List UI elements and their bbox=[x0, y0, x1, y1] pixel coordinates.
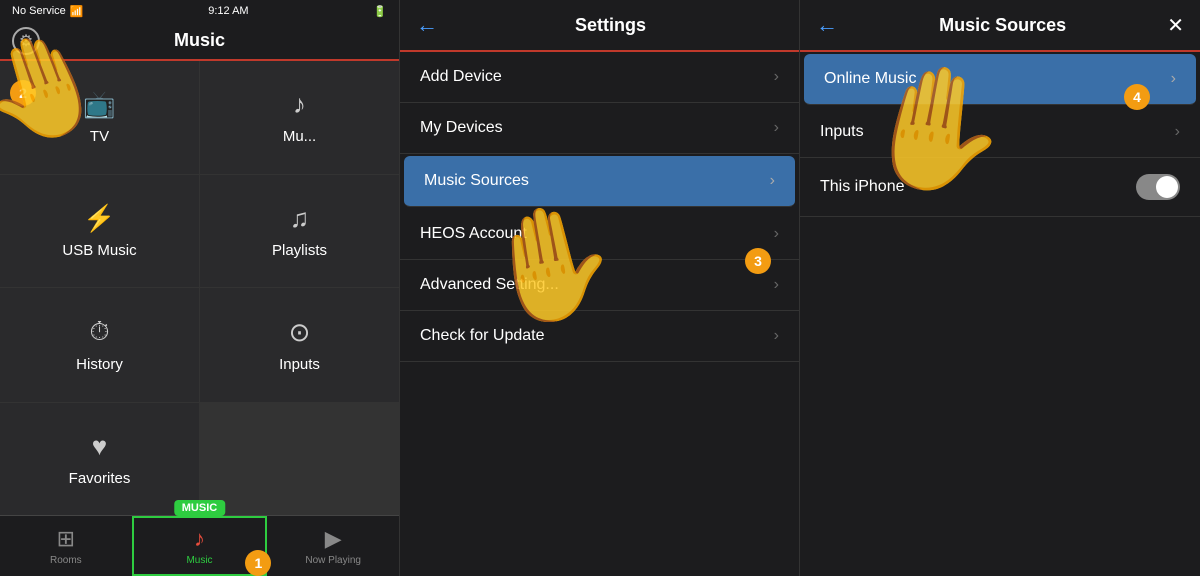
settings-menu: Add Device › My Devices › Music Sources … bbox=[400, 52, 799, 576]
history-icon: ⏱ bbox=[89, 316, 109, 348]
menu-inputs-sources[interactable]: Inputs › bbox=[800, 107, 1200, 158]
heos-account-chevron: › bbox=[774, 225, 779, 243]
usb-label: USB Music bbox=[62, 242, 136, 259]
music-sources-chevron: › bbox=[770, 172, 775, 190]
rooms-label: Rooms bbox=[50, 555, 82, 566]
add-device-label: Add Device bbox=[420, 68, 502, 86]
now-playing-label: Now Playing bbox=[305, 555, 361, 566]
music-icon: ♪ bbox=[293, 89, 306, 120]
tv-icon: 📺 bbox=[83, 89, 115, 120]
tv-cell[interactable]: 📺 TV bbox=[0, 61, 199, 174]
sources-menu: Online Music › Inputs › This iPhone bbox=[800, 52, 1200, 576]
my-devices-label: My Devices bbox=[420, 119, 503, 137]
rooms-icon: ⊞ bbox=[57, 526, 75, 552]
history-cell[interactable]: ⏱ History bbox=[0, 288, 199, 402]
gear-icon[interactable]: ⚙ bbox=[12, 27, 40, 55]
battery-icon: 🔋 bbox=[373, 5, 387, 18]
panel-music: No Service 📶 9:12 AM 🔋 ⚙ Music 2 📺 TV ♪ … bbox=[0, 0, 400, 576]
this-iphone-label: This iPhone bbox=[820, 178, 905, 196]
step2-badge: 2 bbox=[10, 80, 36, 106]
inputs-icon: ⊙ bbox=[289, 317, 311, 348]
step4-badge: 4 bbox=[1124, 84, 1150, 110]
music-title: Music bbox=[174, 30, 225, 51]
status-bar: No Service 📶 9:12 AM 🔋 bbox=[0, 0, 399, 22]
panel-sources: ← Music Sources ✕ Online Music › Inputs … bbox=[800, 0, 1200, 576]
wifi-icon: 📶 bbox=[70, 5, 84, 18]
menu-advanced-settings[interactable]: Advanced Setting... › bbox=[400, 260, 799, 311]
history-label: History bbox=[76, 356, 123, 373]
music-sources-label: Music Sources bbox=[424, 172, 529, 190]
bottom-nav: ⊞ Rooms MUSIC ♪ Music 1 ▶ Now Playing bbox=[0, 515, 399, 576]
check-update-chevron: › bbox=[774, 327, 779, 345]
iphone-toggle[interactable] bbox=[1136, 174, 1180, 200]
sources-header: ← Music Sources ✕ bbox=[800, 0, 1200, 52]
playlists-cell[interactable]: ♫ Playlists bbox=[200, 175, 399, 288]
status-left: No Service 📶 bbox=[12, 5, 84, 18]
favorites-icon: ♥ bbox=[92, 431, 107, 462]
inputs-cell[interactable]: ⊙ Inputs bbox=[200, 288, 399, 402]
inputs-label: Inputs bbox=[279, 356, 320, 373]
usb-icon: ⚡ bbox=[83, 203, 115, 234]
my-devices-chevron: › bbox=[774, 119, 779, 137]
settings-title: Settings bbox=[438, 15, 783, 36]
playlists-icon: ♫ bbox=[290, 203, 310, 234]
advanced-settings-label: Advanced Setting... bbox=[420, 276, 559, 294]
time-display: 9:12 AM bbox=[208, 5, 248, 17]
music-label: Mu... bbox=[283, 128, 316, 145]
music-nav-label: Music bbox=[186, 555, 212, 566]
music-header: ⚙ Music bbox=[0, 22, 399, 61]
menu-music-sources[interactable]: Music Sources › bbox=[404, 156, 795, 207]
add-device-chevron: › bbox=[774, 68, 779, 86]
settings-header: ← Settings bbox=[400, 0, 799, 52]
panel-settings: ← Settings Add Device › My Devices › Mus… bbox=[400, 0, 800, 576]
menu-this-iphone[interactable]: This iPhone bbox=[800, 158, 1200, 217]
menu-add-device[interactable]: Add Device › bbox=[400, 52, 799, 103]
nav-now-playing[interactable]: ▶ Now Playing bbox=[267, 516, 399, 576]
favorites-label: Favorites bbox=[69, 470, 131, 487]
favorites-cell[interactable]: ♥ Favorites bbox=[0, 403, 199, 516]
play-icon: ▶ bbox=[325, 526, 342, 552]
status-right: 🔋 bbox=[373, 5, 387, 18]
check-update-label: Check for Update bbox=[420, 327, 545, 345]
tv-label: TV bbox=[90, 128, 109, 145]
toggle-knob bbox=[1156, 176, 1178, 198]
music-grid: 📺 TV ♪ Mu... ⚡ USB Music ♫ Playlists ⏱ H… bbox=[0, 61, 399, 515]
heos-account-label: HEOS Account bbox=[420, 225, 527, 243]
menu-check-update[interactable]: Check for Update › bbox=[400, 311, 799, 362]
usb-cell[interactable]: ⚡ USB Music bbox=[0, 175, 199, 288]
inputs-sources-label: Inputs bbox=[820, 123, 864, 141]
sources-title: Music Sources bbox=[838, 15, 1167, 36]
step3-badge: 3 bbox=[745, 248, 771, 274]
music-note-icon: ♪ bbox=[194, 526, 205, 552]
advanced-settings-chevron: › bbox=[774, 276, 779, 294]
carrier-text: No Service bbox=[12, 5, 66, 17]
menu-my-devices[interactable]: My Devices › bbox=[400, 103, 799, 154]
menu-heos-account[interactable]: HEOS Account › bbox=[400, 209, 799, 260]
back-button[interactable]: ← bbox=[416, 12, 438, 38]
nav-music[interactable]: MUSIC ♪ Music 1 bbox=[132, 516, 268, 576]
sources-close-button[interactable]: ✕ bbox=[1167, 13, 1184, 38]
music-cell[interactable]: ♪ Mu... bbox=[200, 61, 399, 174]
nav-rooms[interactable]: ⊞ Rooms bbox=[0, 516, 132, 576]
music-badge: MUSIC bbox=[174, 500, 225, 516]
sources-back-button[interactable]: ← bbox=[816, 12, 838, 38]
online-music-chevron: › bbox=[1171, 70, 1176, 88]
playlists-label: Playlists bbox=[272, 242, 327, 259]
inputs-chevron: › bbox=[1175, 123, 1180, 141]
online-music-label: Online Music bbox=[824, 70, 916, 88]
